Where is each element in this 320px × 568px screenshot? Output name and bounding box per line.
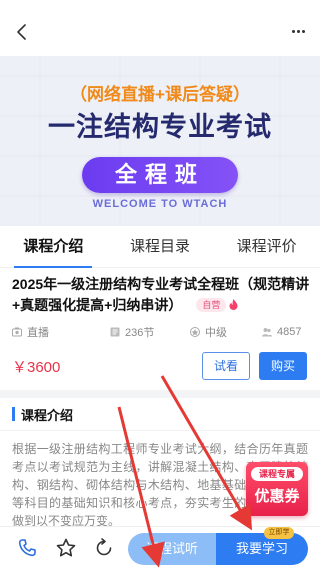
banner-title: 一注结构专业考试	[48, 112, 272, 142]
banner-subtitle: （网络直播+课后答疑）	[70, 85, 250, 104]
course-trial-button[interactable]: 课程试听	[128, 533, 216, 565]
try-watch-button[interactable]: 试看	[202, 352, 250, 380]
meta-lessons: 236节	[110, 324, 190, 340]
fire-icon	[229, 299, 238, 310]
course-price: ￥3600	[12, 359, 61, 376]
intro-accent-bar	[12, 407, 15, 421]
tab-course-intro[interactable]: 课程介绍	[0, 226, 107, 268]
bottom-action-bar: 课程试听 我要学习 立即学	[0, 526, 320, 568]
live-camera-icon	[12, 327, 22, 337]
meta-type: 直播	[12, 324, 110, 340]
top-nav-bar	[0, 0, 320, 56]
coupon-tag: 课程专属	[251, 467, 303, 481]
intro-section-header: 课程介绍	[12, 404, 73, 424]
start-study-button[interactable]: 我要学习	[216, 533, 308, 565]
students-icon	[262, 328, 272, 337]
course-detail-page: （网络直播+课后答疑） 一注结构专业考试 全程班 WELCOME TO WTAC…	[0, 0, 320, 568]
course-title-block: 2025年一级注册结构专业考试全程班（规范精讲+真题强化提高+归纳串讲） 自营	[12, 274, 310, 316]
lessons-icon	[110, 327, 120, 337]
meta-level-label: 中级	[205, 327, 227, 339]
section-divider	[0, 390, 320, 398]
meta-students: 4857	[262, 324, 301, 340]
self-operated-badge: 自营	[196, 298, 227, 312]
intro-heading: 课程介绍	[21, 407, 74, 423]
star-icon[interactable]	[55, 537, 77, 559]
phone-icon[interactable]	[16, 537, 38, 559]
buy-button[interactable]: 购买	[259, 352, 307, 380]
course-title: 2025年一级注册结构专业考试全程班（规范精讲+真题强化提高+归纳串讲）	[12, 276, 310, 313]
course-info-card: 2025年一级注册结构专业考试全程班（规范精讲+真题强化提高+归纳串讲） 自营 直…	[0, 268, 320, 398]
level-icon	[190, 327, 200, 337]
meta-lessons-label: 236节	[125, 327, 155, 339]
coupon-float-button[interactable]: 课程专属 优惠券	[246, 462, 308, 516]
back-chevron-icon[interactable]	[14, 24, 30, 40]
more-dots-icon[interactable]	[292, 30, 306, 34]
banner-welcome-text: WELCOME TO WTACH	[92, 198, 228, 210]
study-now-badge: 立即学	[264, 527, 294, 539]
meta-type-label: 直播	[27, 327, 49, 339]
meta-students-label: 4857	[277, 326, 302, 338]
intro-separator	[0, 430, 320, 431]
coupon-label: 优惠券	[254, 488, 300, 505]
course-meta-row: 直播 236节 中级 4857	[12, 324, 310, 340]
share-refresh-icon[interactable]	[93, 537, 115, 559]
course-tabs: 课程介绍 课程目录 课程评价	[0, 226, 320, 268]
course-banner: （网络直播+课后答疑） 一注结构专业考试 全程班 WELCOME TO WTAC…	[0, 56, 320, 226]
tab-course-reviews[interactable]: 课程评价	[213, 226, 320, 267]
tab-course-catalog[interactable]: 课程目录	[107, 226, 214, 267]
banner-pill-label: 全程班	[82, 157, 238, 193]
meta-level: 中级	[190, 324, 262, 340]
